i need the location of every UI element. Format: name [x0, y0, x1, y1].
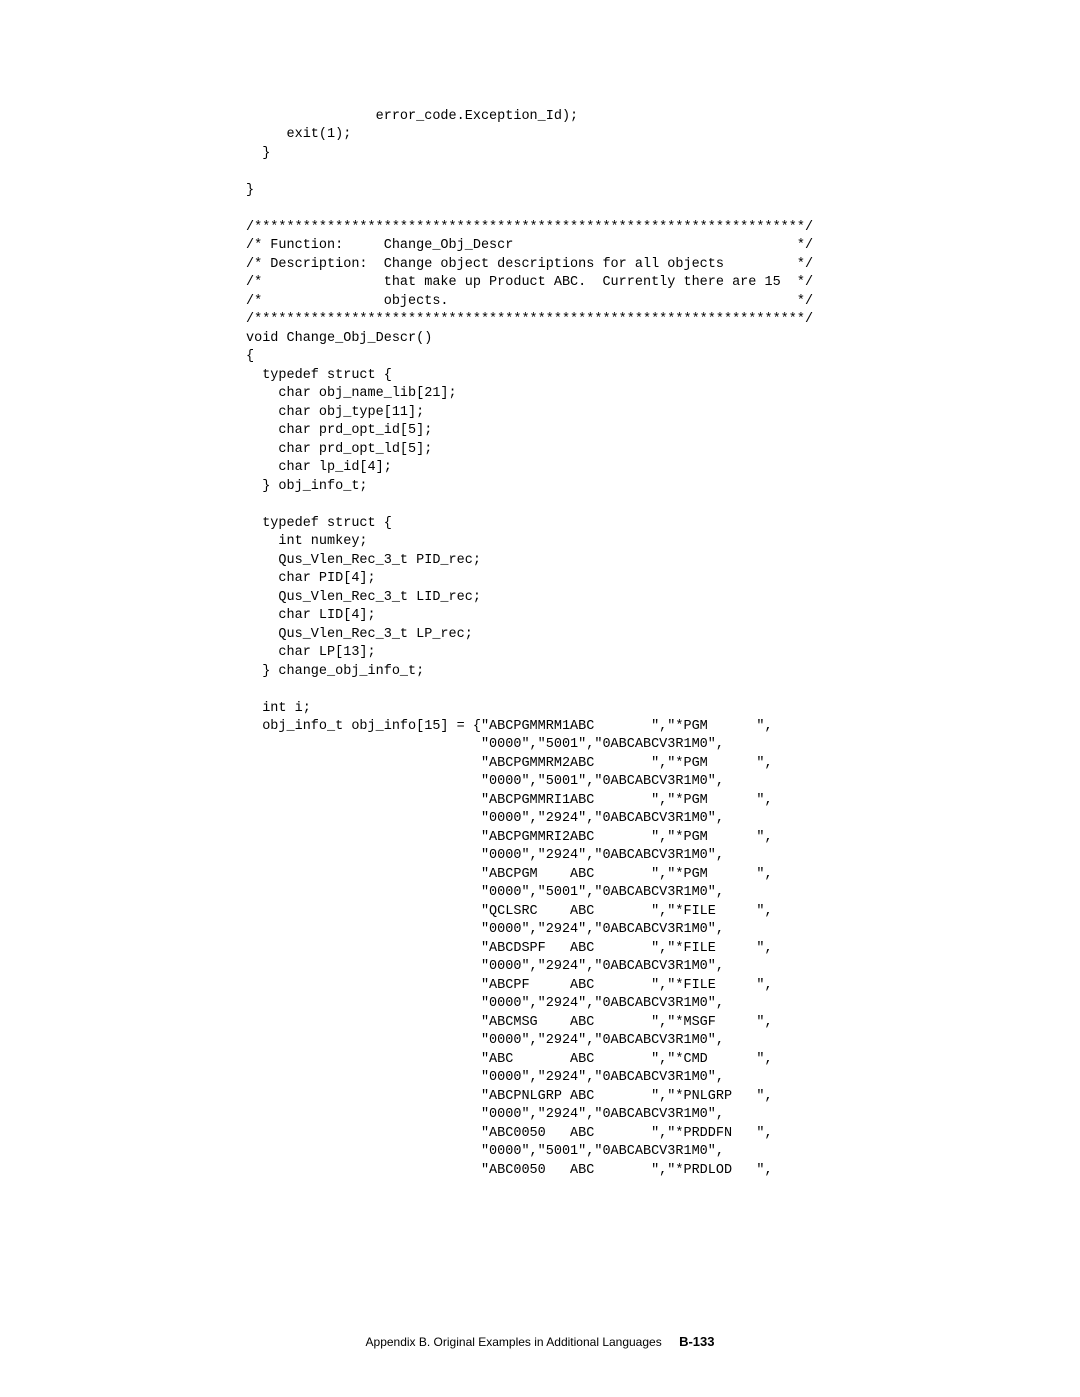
page-number: B-133 — [679, 1334, 714, 1349]
page-footer: Appendix B. Original Examples in Additio… — [0, 1333, 1080, 1351]
footer-text: Appendix B. Original Examples in Additio… — [366, 1335, 662, 1349]
code-listing: error_code.Exception_Id); exit(1); } } /… — [246, 108, 970, 1180]
document-page: error_code.Exception_Id); exit(1); } } /… — [0, 0, 1080, 1397]
